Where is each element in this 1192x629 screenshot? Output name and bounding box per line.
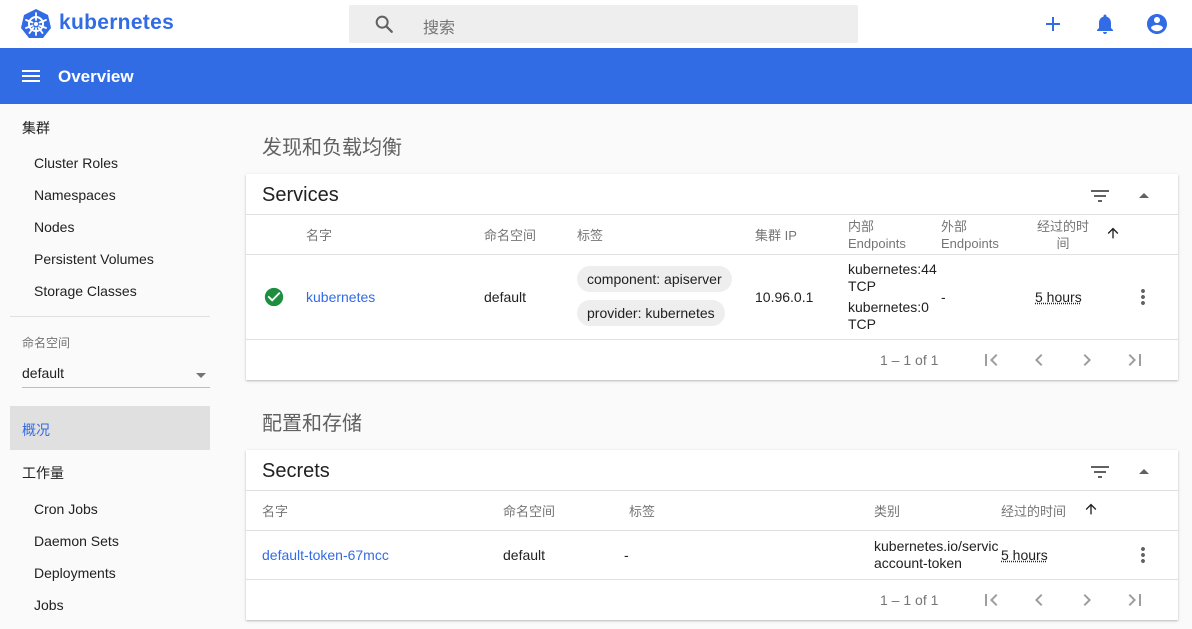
divider [246,214,1178,215]
namespace-select[interactable]: default [22,362,210,388]
column-header-labels: 标签 [629,504,656,519]
pagination-range: 1 – 1 of 1 [880,352,939,368]
endpoint-line: TCP [848,316,876,332]
column-header-name[interactable]: 名字 [306,227,332,244]
sidebar-item-namespaces[interactable]: Namespaces [34,187,116,203]
check-circle-icon [264,287,284,307]
first-page-icon[interactable] [979,588,1003,612]
divider [246,254,1178,255]
previous-page-icon[interactable] [1027,588,1051,612]
divider [246,490,1178,491]
notifications-bell-icon[interactable] [1093,12,1117,36]
sidebar-section-workloads[interactable]: 工作量 [22,463,64,483]
type-line: account-token [874,555,962,571]
column-header-internal-endpoints: 内部 Endpoints [848,218,906,252]
discovery-section-title: 发现和负载均衡 [262,137,402,159]
sidebar-item-cron-jobs[interactable]: Cron Jobs [34,501,98,517]
last-page-icon[interactable] [1123,588,1147,612]
sort-arrow-up-icon[interactable] [1105,225,1121,241]
sidebar-item-cluster-roles[interactable]: Cluster Roles [34,155,118,171]
previous-page-icon[interactable] [1027,348,1051,372]
brand-name[interactable]: kubernetes [59,11,174,35]
column-header-cluster-ip[interactable]: 集群 IP [755,227,797,244]
page-title: Overview [58,67,134,86]
external-endpoints: - [941,289,946,305]
services-card-title: Services [262,184,339,206]
search-box[interactable]: 搜索 [349,5,858,43]
secret-age: 5 hours [1001,547,1048,563]
page-header-bar: Overview [0,48,1192,104]
sidebar-section-cluster[interactable]: 集群 [22,118,50,138]
top-bar: kubernetes 搜索 [0,0,1192,48]
sort-arrow-up-icon[interactable] [1083,501,1099,517]
column-header-external-endpoints: 外部 Endpoints [941,218,999,252]
next-page-icon[interactable] [1075,348,1099,372]
search-input[interactable]: 搜索 [423,14,455,38]
collapse-arrow-icon[interactable] [1132,184,1156,208]
add-icon[interactable] [1041,12,1065,36]
sidebar-item-persistent-volumes[interactable]: Persistent Volumes [34,251,154,267]
divider [246,530,1178,531]
more-vert-icon[interactable] [1131,543,1155,567]
dropdown-caret-icon [196,373,206,378]
sidebar-item-overview[interactable]: 概况 [10,406,210,450]
sidebar-item-jobs[interactable]: Jobs [34,597,64,613]
secret-labels: - [624,547,629,563]
column-header-namespace[interactable]: 命名空间 [503,503,555,520]
account-circle-icon[interactable] [1145,12,1169,36]
label-chip: provider: kubernetes [577,300,725,326]
kubernetes-logo-icon[interactable] [20,8,52,40]
type-line: kubernetes.io/service [874,538,998,554]
secrets-card-title: Secrets [262,460,330,482]
sidebar: 集群 Cluster Roles Namespaces Nodes Persis… [0,104,220,629]
secret-type: kubernetes.io/service account-token [874,538,998,572]
service-age: 5 hours [1035,289,1082,305]
secrets-card: Secrets 名字 命名空间 标签 类别 经过的时间 default-toke… [246,450,1178,620]
header-line: Endpoints [848,236,906,251]
sidebar-divider [10,316,210,317]
config-section-title: 配置和存储 [262,413,362,435]
divider [246,339,1178,340]
header-line: Endpoints [941,236,999,251]
column-header-age[interactable]: 经过的时间 [1001,503,1066,520]
filter-icon[interactable] [1088,184,1112,208]
column-header-namespace[interactable]: 命名空间 [484,227,536,244]
secret-name-link[interactable]: default-token-67mcc [262,547,389,564]
namespace-value: default [22,365,65,381]
filter-icon[interactable] [1088,460,1112,484]
sidebar-item-overview-label: 概况 [22,422,50,438]
more-vert-icon[interactable] [1131,285,1155,309]
endpoint-line: kubernetes:44 [848,261,937,277]
service-cluster-ip: 10.96.0.1 [755,289,814,305]
menu-icon[interactable] [19,64,43,88]
header-line: 内部 [848,219,875,234]
namespace-label: 命名空间 [22,336,71,350]
endpoint-line: TCP [848,278,876,294]
secret-namespace: default [503,547,546,563]
sidebar-item-deployments[interactable]: Deployments [34,565,116,581]
pagination-range: 1 – 1 of 1 [880,592,939,608]
header-line: 间 [1056,236,1070,251]
service-name-link[interactable]: kubernetes [306,289,375,306]
column-header-name[interactable]: 名字 [262,503,288,520]
header-line: 经过的时 [1036,219,1089,234]
column-header-labels: 标签 [577,228,604,243]
last-page-icon[interactable] [1123,348,1147,372]
divider [246,579,1178,580]
services-card: Services 名字 命名空间 标签 集群 IP 内部 Endpoints 外… [246,174,1178,380]
column-header-age[interactable]: 经过的时 间 [1035,218,1091,252]
column-header-type[interactable]: 类别 [874,503,900,520]
header-line: 外部 [941,219,968,234]
internal-endpoints: kubernetes:44 TCP kubernetes:0 TCP [848,261,940,333]
next-page-icon[interactable] [1075,588,1099,612]
label-chip: component: apiserver [577,266,732,292]
endpoint-line: kubernetes:0 [848,299,929,315]
sidebar-item-nodes[interactable]: Nodes [34,219,74,235]
service-namespace: default [484,289,527,305]
search-icon [375,15,393,33]
sidebar-item-daemon-sets[interactable]: Daemon Sets [34,533,119,549]
first-page-icon[interactable] [979,348,1003,372]
sidebar-item-storage-classes[interactable]: Storage Classes [34,283,137,299]
collapse-arrow-icon[interactable] [1132,460,1156,484]
